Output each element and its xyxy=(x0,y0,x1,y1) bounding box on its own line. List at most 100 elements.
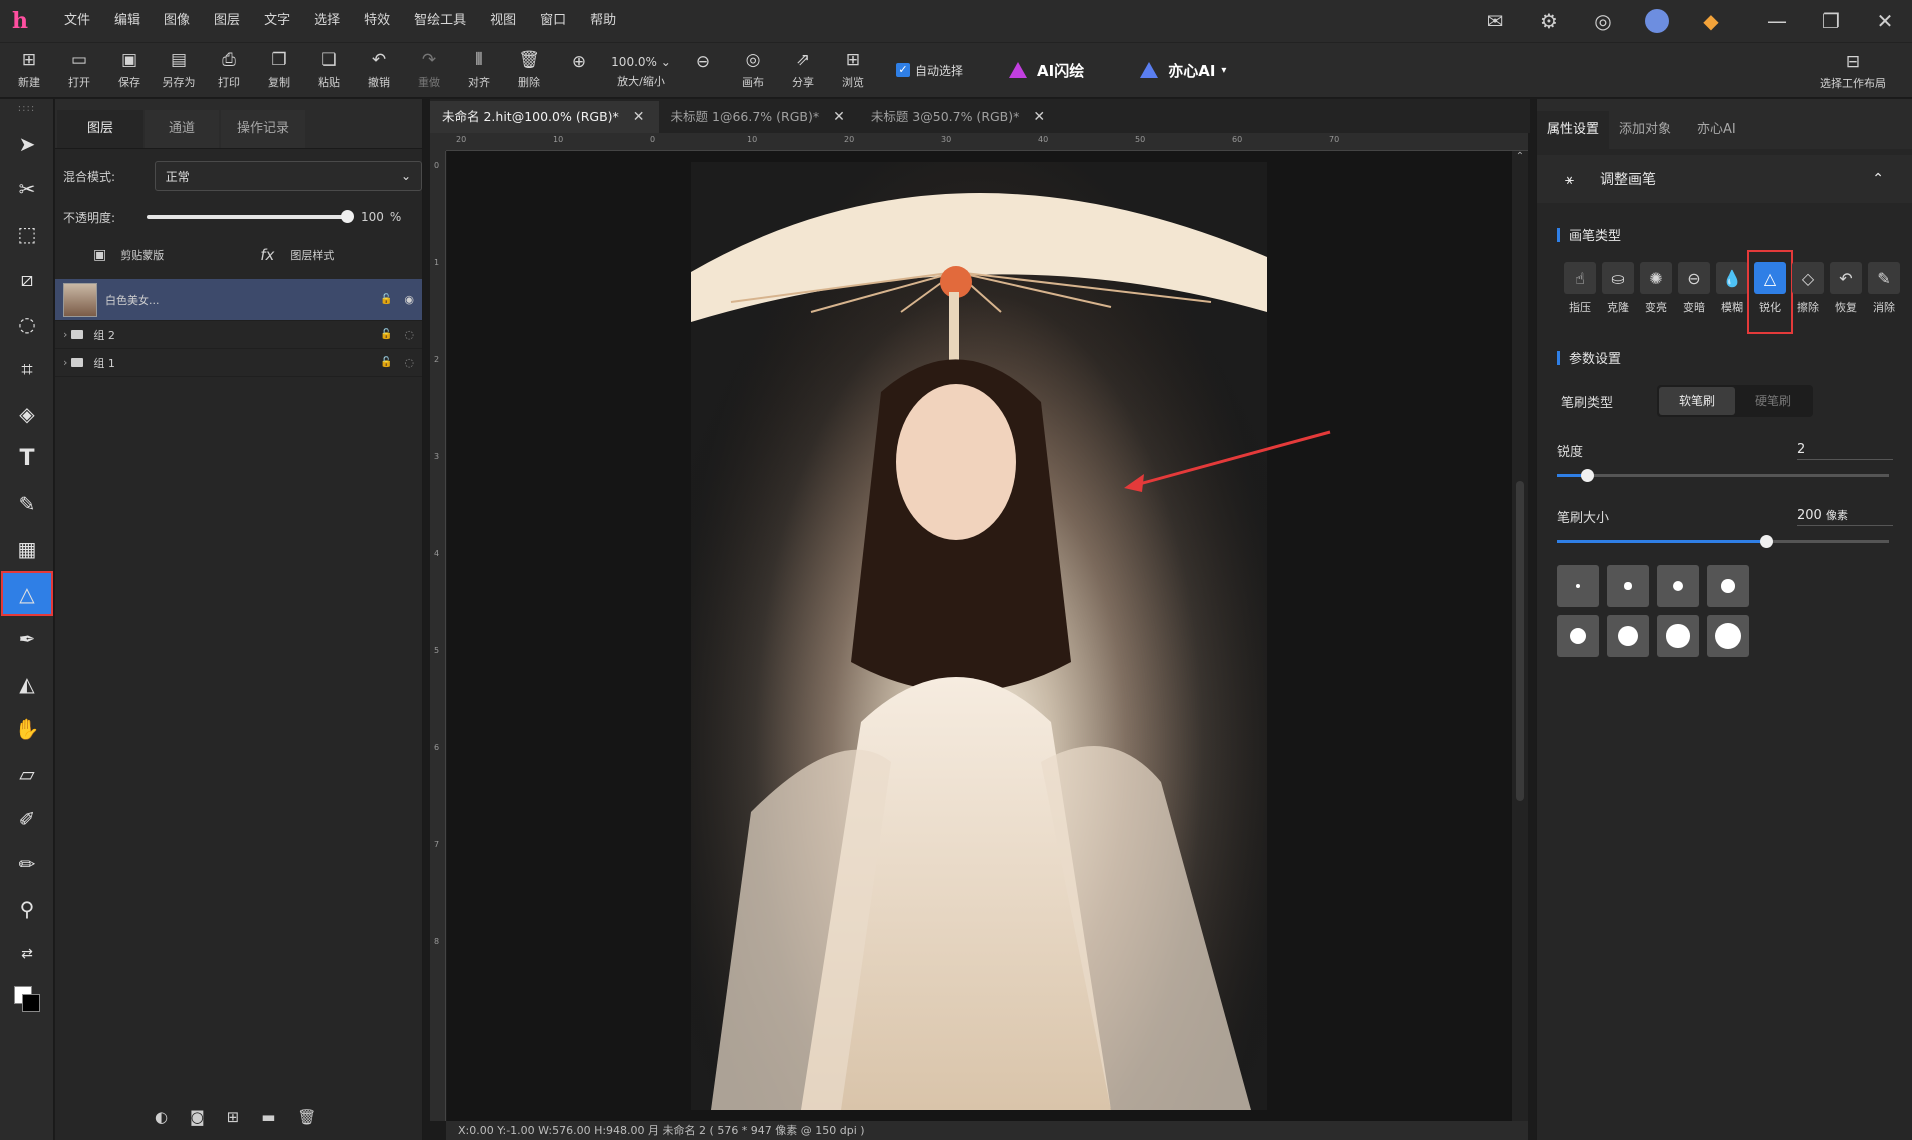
yixin-ai-button[interactable]: 亦心AI ▾ xyxy=(1140,60,1226,81)
fill-bucket-icon[interactable]: ◈ xyxy=(0,391,54,436)
brush-size-knob[interactable] xyxy=(1760,535,1774,548)
layer-row[interactable]: › 组 2 🔓 ◌ xyxy=(55,321,422,349)
toolbar-button-canvas[interactable]: ◎ 画布 xyxy=(728,42,778,98)
zoom-in-button[interactable]: ⊕ xyxy=(554,42,604,98)
sharpness-slider[interactable] xyxy=(1557,469,1889,482)
tab-add-object[interactable]: 添加对象 xyxy=(1609,111,1681,149)
close-icon[interactable]: ✕ xyxy=(1858,0,1912,42)
lock-icon[interactable]: 🔓 xyxy=(380,329,392,340)
sharpness-input[interactable]: 2 xyxy=(1797,442,1893,460)
menu-item[interactable]: 图像 xyxy=(152,0,202,42)
close-tab-icon[interactable]: ✕ xyxy=(633,101,645,133)
swap-colors-icon[interactable]: ⇄ xyxy=(0,931,54,976)
cutout-icon[interactable]: ✂ xyxy=(0,166,54,211)
brush-type-clone-stamp[interactable]: ⛀ 克隆 xyxy=(1599,258,1637,324)
tab-document-2[interactable]: 未标题 1@66.7% (RGB)* ✕ xyxy=(659,101,859,133)
blend-mode-select[interactable]: 正常 ⌄ xyxy=(154,161,422,191)
scrollbar-thumb[interactable] xyxy=(1516,481,1524,801)
zoom-out-button[interactable]: ⊖ xyxy=(678,42,728,98)
tab-history[interactable]: 操作记录 xyxy=(221,110,306,148)
layer-style-label[interactable]: 图层样式 xyxy=(290,247,334,263)
new-group-icon[interactable]: ▬ xyxy=(261,1108,275,1126)
highlighter-icon[interactable]: ✏ xyxy=(0,841,54,886)
magic-select-icon[interactable]: ⧄ xyxy=(0,256,54,301)
toolbar-button-save[interactable]: ▣ 保存 xyxy=(104,42,154,98)
brush-type-restore[interactable]: ↶ 恢复 xyxy=(1827,258,1865,324)
opacity-slider[interactable] xyxy=(147,210,354,223)
mail-icon[interactable]: ✉ xyxy=(1468,0,1522,42)
shape-tool-icon[interactable]: ◭ xyxy=(0,661,54,706)
pen-icon[interactable]: ✒ xyxy=(0,616,54,661)
lock-icon[interactable]: 🔓 xyxy=(380,357,392,368)
toolbar-button-print[interactable]: ⎙ 打印 xyxy=(204,42,254,98)
soft-brush-option[interactable]: 软笔刷 xyxy=(1659,387,1736,415)
avatar[interactable] xyxy=(1630,0,1684,42)
menu-item[interactable]: 文件 xyxy=(52,0,102,42)
eye-hidden-icon[interactable]: ◌ xyxy=(404,356,414,369)
adjust-brush-header[interactable]: ⚹ 调整画笔 ⌃ xyxy=(1537,155,1912,203)
brush-size-input[interactable]: 200 像素 xyxy=(1797,507,1893,526)
menu-item[interactable]: 选择 xyxy=(302,0,352,42)
ai-flash-button[interactable]: AI闪绘 xyxy=(1009,60,1084,81)
menu-item[interactable]: 智绘工具 xyxy=(402,0,478,42)
brush-preset[interactable] xyxy=(1657,565,1699,607)
brush-preset[interactable] xyxy=(1607,565,1649,607)
collapse-icon[interactable]: ⌃ xyxy=(1872,171,1884,187)
clipping-mask-icon[interactable]: ▣ xyxy=(93,247,106,263)
adjustment-layer-icon[interactable]: ◐ xyxy=(155,1108,168,1126)
restore-window-icon[interactable]: ❐ xyxy=(1804,0,1858,42)
toolbar-button-align[interactable]: ⫴ 对齐 xyxy=(454,42,504,98)
scroll-up-icon[interactable]: ⌃ xyxy=(1512,151,1528,162)
vip-gem-icon[interactable]: ◆ xyxy=(1684,0,1738,42)
menu-item[interactable]: 窗口 xyxy=(528,0,578,42)
tab-document-3[interactable]: 未标题 3@50.7% (RGB)* ✕ xyxy=(859,101,1059,133)
brush-type-smudge[interactable]: ☝ 指压 xyxy=(1561,258,1599,324)
brush-preset[interactable] xyxy=(1657,615,1699,657)
layer-mask-icon[interactable]: ◙ xyxy=(190,1108,205,1126)
tab-document-1[interactable]: 未命名 2.hit@100.0% (RGB)* ✕ xyxy=(430,101,659,133)
eye-icon[interactable]: ◉ xyxy=(404,293,414,306)
close-tab-icon[interactable]: ✕ xyxy=(1033,101,1045,133)
layer-row[interactable]: 白色美女... 🔓 ◉ xyxy=(55,279,422,321)
clipping-mask-label[interactable]: 剪贴蒙版 xyxy=(120,247,164,263)
brush-type-dodge[interactable]: ✺ 变亮 xyxy=(1637,258,1675,324)
eye-hidden-icon[interactable]: ◌ xyxy=(404,328,414,341)
expand-arrow-icon[interactable]: › xyxy=(63,356,67,369)
opacity-value[interactable]: 100 xyxy=(361,210,384,224)
compass-icon[interactable]: ◎ xyxy=(1576,0,1630,42)
auto-select-toggle[interactable]: ✓ 自动选择 xyxy=(896,62,963,79)
tab-channels[interactable]: 通道 xyxy=(145,110,220,148)
brush-preset[interactable] xyxy=(1557,615,1599,657)
menu-item[interactable]: 编辑 xyxy=(102,0,152,42)
toolbar-button-save-as[interactable]: ▤ 另存为 xyxy=(154,42,204,98)
hard-brush-option[interactable]: 硬笔刷 xyxy=(1735,387,1811,415)
sharpness-knob[interactable] xyxy=(1580,469,1594,482)
expand-arrow-icon[interactable]: › xyxy=(63,328,67,341)
retouch-brush-icon[interactable]: ✐ xyxy=(0,796,54,841)
pattern-stamp-icon[interactable]: ▦ xyxy=(0,526,54,571)
eyedropper-icon[interactable]: ⚲ xyxy=(0,886,54,931)
close-tab-icon[interactable]: ✕ xyxy=(833,101,845,133)
sharpen-tool-icon[interactable]: △ xyxy=(1,571,53,616)
move-arrow-icon[interactable]: ➤ xyxy=(0,121,54,166)
toolbar-button-share[interactable]: ⇗ 分享 xyxy=(778,42,828,98)
toolbar-button-folder-open[interactable]: ▭ 打开 xyxy=(54,42,104,98)
brush-icon[interactable]: ✎ xyxy=(0,481,54,526)
checkbox-checked-icon[interactable]: ✓ xyxy=(896,63,910,77)
hand-icon[interactable]: ✋ xyxy=(0,706,54,751)
brush-size-slider[interactable] xyxy=(1557,535,1889,548)
tab-layers[interactable]: 图层 xyxy=(57,110,144,148)
brush-preset[interactable] xyxy=(1607,615,1649,657)
marquee-select-icon[interactable]: ⬚ xyxy=(0,211,54,256)
toolbar-button-browse[interactable]: ⊞ 浏览 xyxy=(828,42,878,98)
menu-item[interactable]: 文字 xyxy=(252,0,302,42)
brush-type-burn[interactable]: ⊖ 变暗 xyxy=(1675,258,1713,324)
toolbar-button-new-file[interactable]: ⊞ 新建 xyxy=(4,42,54,98)
fx-icon[interactable]: fx xyxy=(260,246,274,264)
brush-preset[interactable] xyxy=(1707,615,1749,657)
menu-item[interactable]: 图层 xyxy=(202,0,252,42)
delete-layer-icon[interactable]: 🗑 xyxy=(297,1108,316,1126)
menu-item[interactable]: 特效 xyxy=(352,0,402,42)
brush-type-remove[interactable]: ✎ 消除 xyxy=(1865,258,1903,324)
toolbar-button-paste[interactable]: ❏ 粘贴 xyxy=(304,42,354,98)
